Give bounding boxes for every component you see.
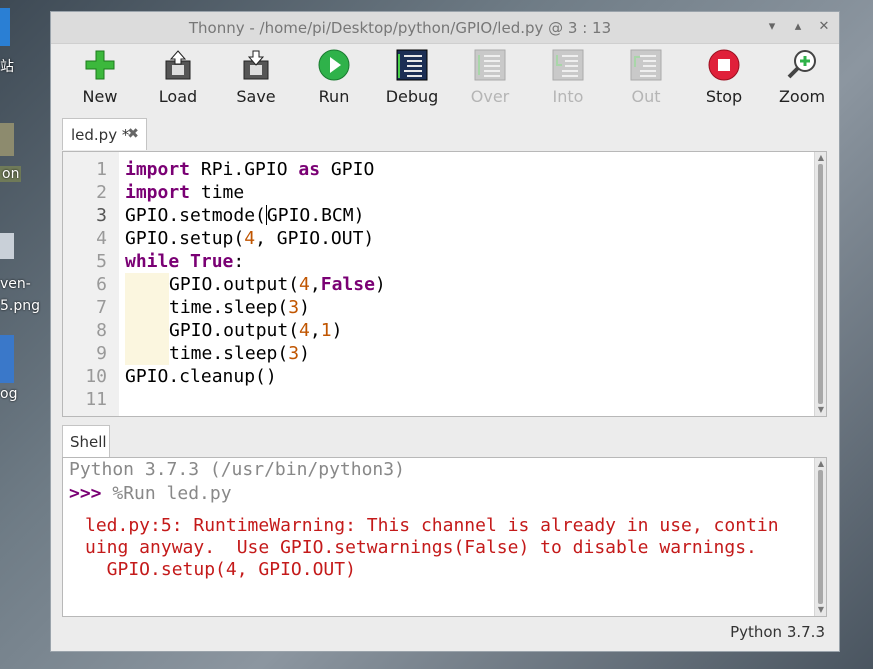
window-title: Thonny - /home/pi/Desktop/python/GPIO/le… [188,19,612,37]
shell-prompt: >>> [69,483,102,504]
folder-icon[interactable] [0,123,14,156]
step-out-label: Out [631,87,661,106]
code-line[interactable]: GPIO.setup(4, GPIO.OUT) [125,227,386,250]
line-number: 8 [96,320,107,341]
desktop-left-area: 站 on ven- 5.png og [0,0,50,669]
step-over-label: Over [470,87,510,106]
scroll-up-icon[interactable]: ▲ [816,459,826,469]
code-lines[interactable]: import RPi.GPIO as GPIO import time GPIO.s… [125,158,386,411]
save-button[interactable]: Save [217,47,295,113]
step-into-label: Into [552,87,584,106]
load-icon [165,50,191,80]
save-label: Save [236,87,276,106]
title-bar[interactable]: Thonny - /home/pi/Desktop/python/GPIO/le… [51,12,839,44]
image-file-icon[interactable] [0,233,14,259]
load-label: Load [158,87,198,106]
shell-banner: Python 3.7.3 (/usr/bin/python3) [69,459,405,480]
scroll-thumb[interactable] [818,164,823,404]
code-line[interactable]: import RPi.GPIO as GPIO [125,158,386,181]
code-line[interactable]: import time [125,181,386,204]
run-button[interactable]: Run [295,47,373,113]
desktop-label-4: 5.png [0,298,41,314]
line-number-gutter: 1 2 3 4 5 6 7 8 9 10 11 [63,152,119,416]
line-number: 10 [85,366,107,387]
scroll-down-icon[interactable]: ▼ [816,405,826,415]
debug-icon [396,49,428,81]
close-tab-icon[interactable]: ✖ [127,126,139,142]
line-number: 2 [96,182,107,203]
code-line[interactable]: GPIO.cleanup() [125,365,386,388]
step-out-button[interactable]: Out [607,47,685,113]
code-line[interactable]: time.sleep(3) [125,296,386,319]
text-cursor [265,205,267,225]
tab-led-py[interactable]: led.py * ✖ [62,118,147,150]
step-into-button[interactable]: Into [529,47,607,113]
maximize-icon[interactable]: ▴ [791,18,805,36]
debug-button[interactable]: Debug [373,47,451,113]
scroll-thumb[interactable] [818,470,823,604]
line-number: 4 [96,228,107,249]
line-number: 6 [96,274,107,295]
zoom-button[interactable]: Zoom [763,47,841,113]
code-editor[interactable]: 1 2 3 4 5 6 7 8 9 10 11 import RPi.GPIO … [62,151,827,417]
line-number: 5 [96,251,107,272]
close-icon[interactable]: ✕ [817,18,831,36]
shell-command-line: >>> %Run led.py [69,483,232,504]
desktop-label-3: ven- [0,276,31,292]
tab-label: led.py * [71,126,130,144]
stop-label: Stop [705,87,743,106]
line-number: 1 [96,159,107,180]
trash-icon[interactable] [0,8,10,46]
toolbar: New Load Save Run Debug Over Into Out St… [61,47,841,113]
editor-scrollbar[interactable]: ▲ ▼ [814,152,826,416]
tab-shell[interactable]: Shell [62,425,110,457]
indent-guide [125,342,169,365]
zoom-icon [787,50,816,79]
indent-guide [125,296,169,319]
shell-panel[interactable]: Python 3.7.3 (/usr/bin/python3) >>> %Run… [62,457,827,617]
new-button[interactable]: New [61,47,139,113]
step-out-icon [630,49,662,81]
code-line[interactable]: while True: [125,250,386,273]
new-label: New [82,87,118,106]
code-line[interactable] [125,388,386,411]
run-label: Run [318,87,350,106]
code-line[interactable]: GPIO.setmode(GPIO.BCM) [125,204,386,227]
desktop-label-5: og [0,386,18,402]
shell-tab-label: Shell [70,433,107,451]
shell-scrollbar[interactable]: ▲ ▼ [814,458,826,616]
code-line[interactable]: time.sleep(3) [125,342,386,365]
save-icon [243,50,269,80]
code-line[interactable]: GPIO.output(4,False) [125,273,386,296]
load-button[interactable]: Load [139,47,217,113]
line-number: 3 [96,205,107,226]
scroll-down-icon[interactable]: ▼ [816,605,826,615]
run-icon [318,49,350,81]
stop-icon [708,49,740,81]
line-number: 11 [85,389,107,410]
code-line[interactable]: GPIO.output(4,1) [125,319,386,342]
zoom-label: Zoom [778,87,826,106]
step-over-icon [474,49,506,81]
shell-error-line: uing anyway. Use GPIO.setwarnings(False)… [85,537,757,558]
desktop-label-1: 站 [0,59,14,75]
desktop-label-2: on [0,166,22,182]
step-over-button[interactable]: Over [451,47,529,113]
thonny-window: Thonny - /home/pi/Desktop/python/GPIO/le… [50,11,840,652]
indent-guide [125,273,169,296]
line-number: 9 [96,343,107,364]
interpreter-status[interactable]: Python 3.7.3 [730,623,825,641]
image-file-icon[interactable] [0,335,14,383]
scroll-up-icon[interactable]: ▲ [816,153,826,163]
shell-error-line: led.py:5: RuntimeWarning: This channel i… [85,515,779,536]
debug-label: Debug [385,87,439,106]
shell-command: %Run led.py [112,483,232,504]
shell-error-line: GPIO.setup(4, GPIO.OUT) [85,559,356,580]
indent-guide [125,319,169,342]
step-into-icon [552,49,584,81]
stop-button[interactable]: Stop [685,47,763,113]
line-number: 7 [96,297,107,318]
new-icon [85,50,115,80]
minimize-icon[interactable]: ▾ [765,18,779,36]
